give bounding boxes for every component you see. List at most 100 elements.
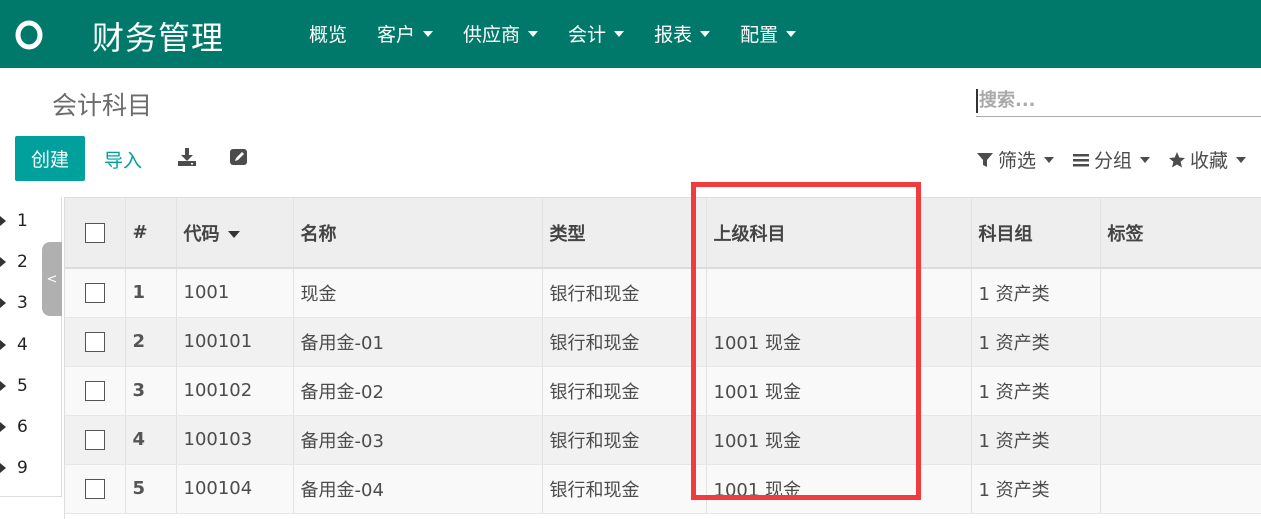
row-number: 1 [125, 268, 177, 318]
cell-tags [1100, 317, 1261, 367]
caret-down-icon [1236, 156, 1247, 163]
menu-customers[interactable]: 客户 [377, 20, 434, 47]
create-button[interactable]: 创建 [15, 136, 85, 181]
collapse-tree-handle[interactable]: < [42, 242, 62, 316]
cell-parent: 1001 现金 [706, 415, 972, 465]
col-header-num: # [125, 198, 177, 269]
menu-accounting[interactable]: 会计 [568, 20, 625, 47]
cell-tags [1100, 415, 1261, 465]
cell-group: 1 资产类 [971, 464, 1101, 514]
tree-item-label: 1 [17, 211, 28, 231]
menu-label: 概览 [309, 24, 348, 46]
filter-dropdown[interactable]: 筛选 [976, 146, 1055, 173]
table-row[interactable]: 2 100101 备用金-01 银行和现金 1001 现金 1 资产类 [65, 317, 1261, 367]
download-icon[interactable] [177, 147, 197, 167]
edit-icon[interactable] [229, 147, 249, 167]
cell-name: 备用金-01 [293, 317, 543, 367]
menu-overview[interactable]: 概览 [309, 20, 347, 47]
col-header-code[interactable]: 代码 [176, 198, 294, 269]
tree-item[interactable]: 5 [0, 376, 28, 396]
text-cursor [976, 89, 978, 113]
row-checkbox[interactable] [84, 430, 105, 450]
caret-right-icon [0, 463, 6, 473]
table-row[interactable]: 5 100104 备用金-04 银行和现金 1001 现金 1 资产类 [65, 464, 1261, 514]
menu-configuration[interactable]: 配置 [740, 20, 797, 47]
tree-item[interactable]: 2 [0, 252, 28, 272]
tree-item[interactable]: 6 [0, 417, 28, 437]
app-logo-icon[interactable] [14, 20, 44, 50]
tree-item-label: 6 [17, 417, 28, 437]
cell-parent: 1001 现金 [706, 366, 972, 416]
table-row[interactable]: 3 100102 备用金-02 银行和现金 1001 现金 1 资产类 [65, 366, 1261, 416]
table-row[interactable]: 4 100103 备用金-03 银行和现金 1001 现金 1 资产类 [65, 415, 1261, 465]
tree-item-label: 9 [17, 458, 28, 478]
row-number: 2 [125, 317, 177, 367]
table-row[interactable]: 1 1001 现金 银行和现金 1 资产类 [65, 268, 1261, 318]
cell-tags [1100, 464, 1261, 514]
menu-label: 客户 [377, 24, 416, 46]
caret-down-icon [1044, 156, 1055, 163]
cell-name: 现金 [293, 268, 543, 318]
select-all-cell [65, 198, 126, 269]
cell-group: 1 资产类 [971, 415, 1101, 465]
search-box[interactable] [976, 85, 1261, 117]
tree-item[interactable]: 1 [0, 211, 28, 231]
accounts-table: # 代码 名称 类型 上级科目 科目组 标签 1 1001 现金 银行和现金 1… [64, 197, 1261, 519]
groupby-dropdown[interactable]: 分组 [1072, 146, 1151, 173]
cell-type: 银行和现金 [542, 464, 707, 514]
menu-label: 配置 [740, 24, 779, 46]
row-number: 4 [125, 415, 177, 465]
cell-group: 1 资产类 [971, 366, 1101, 416]
caret-right-icon [0, 216, 6, 226]
cell-name: 备用金-02 [293, 366, 543, 416]
row-checkbox[interactable] [84, 283, 105, 304]
filter-label: 筛选 [998, 150, 1037, 172]
list-icon [1073, 153, 1090, 166]
col-header-tags[interactable]: 标签 [1100, 198, 1261, 269]
cell-tags [1100, 366, 1261, 416]
caret-right-icon [0, 422, 6, 432]
col-header-parent[interactable]: 上级科目 [706, 198, 972, 269]
tree-item[interactable]: 4 [0, 335, 28, 355]
app-brand[interactable]: 财务管理 [92, 13, 224, 59]
cell-type: 银行和现金 [542, 268, 707, 318]
search-options: 筛选 分组 收藏 [976, 146, 1247, 173]
row-select-cell [65, 464, 126, 514]
cell-name: 备用金-04 [293, 464, 543, 514]
row-number: 3 [125, 366, 177, 416]
page-title: 会计科目 [52, 91, 153, 120]
cell-parent [706, 268, 972, 318]
col-header-name[interactable]: 名称 [293, 198, 543, 269]
row-checkbox[interactable] [84, 332, 105, 352]
cell-tags [1100, 268, 1261, 318]
col-header-type[interactable]: 类型 [542, 198, 707, 269]
cell-type: 银行和现金 [542, 317, 707, 367]
caret-right-icon [0, 257, 6, 267]
groupby-label: 分组 [1094, 150, 1133, 172]
caret-right-icon [0, 298, 6, 308]
row-select-cell [65, 366, 126, 416]
menu-reports[interactable]: 报表 [654, 20, 711, 47]
caret-down-icon [700, 30, 711, 37]
tree-item[interactable]: 9 [0, 458, 28, 478]
divider [0, 496, 62, 497]
table-header-row: # 代码 名称 类型 上级科目 科目组 标签 [65, 198, 1261, 269]
menu-vendors[interactable]: 供应商 [463, 20, 539, 47]
import-button[interactable]: 导入 [104, 146, 142, 173]
cell-code: 100103 [176, 415, 294, 465]
row-checkbox[interactable] [84, 381, 105, 401]
top-navbar: 财务管理 概览 客户 供应商 会计 报表 配置 [0, 0, 1261, 68]
sort-desc-icon [227, 231, 240, 238]
tree-item-label: 3 [17, 293, 28, 313]
row-checkbox[interactable] [84, 479, 105, 499]
favorites-dropdown[interactable]: 收藏 [1168, 146, 1247, 173]
col-header-group[interactable]: 科目组 [971, 198, 1101, 269]
caret-down-icon [786, 30, 797, 37]
filter-icon [977, 152, 993, 167]
row-number: 5 [125, 464, 177, 514]
cell-code: 100102 [176, 366, 294, 416]
search-input[interactable] [976, 85, 1261, 116]
row-select-cell [65, 415, 126, 465]
tree-item[interactable]: 3 [0, 293, 28, 313]
select-all-checkbox[interactable] [84, 223, 105, 243]
